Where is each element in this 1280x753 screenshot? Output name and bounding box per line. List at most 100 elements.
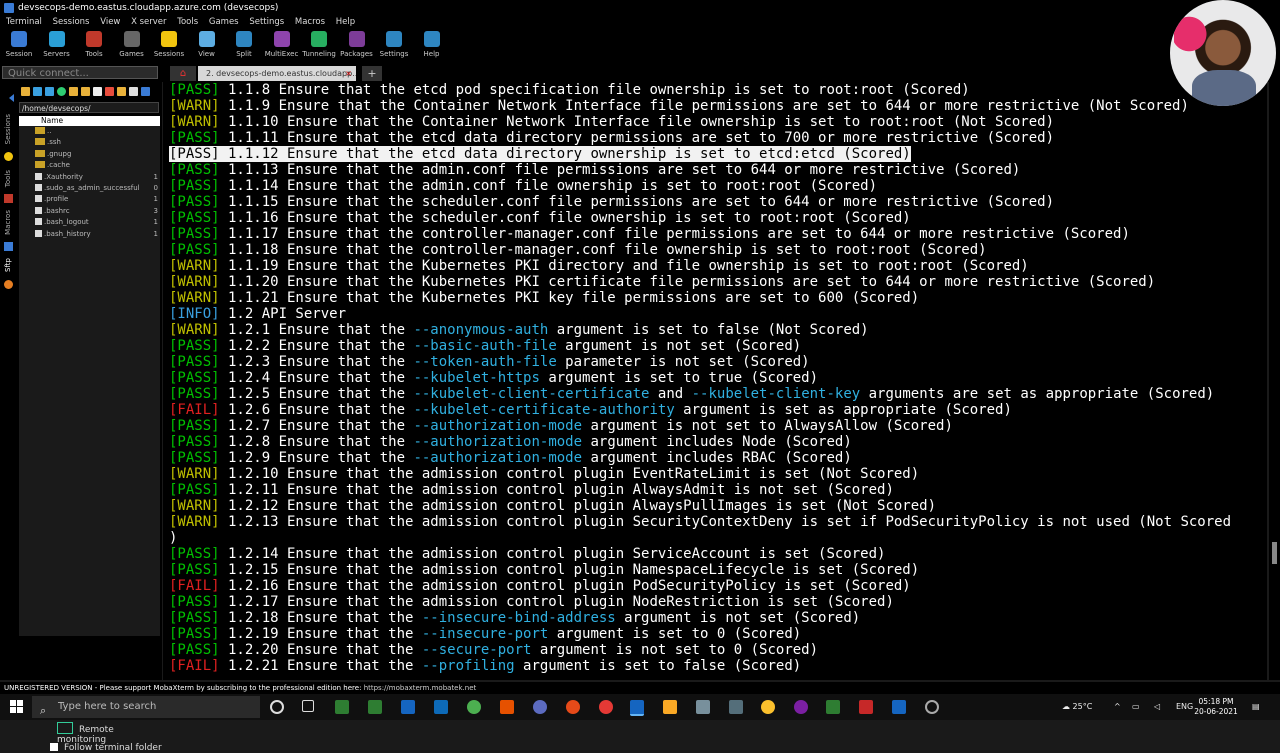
refresh-icon[interactable] <box>57 87 66 96</box>
file-list-item[interactable]: .bashrc 3 <box>19 206 160 217</box>
check-text: 1.1.12 Ensure that the etcd data directo… <box>219 146 911 162</box>
view-toolbar-button[interactable]: View <box>188 30 226 58</box>
folder-icon[interactable] <box>81 87 90 96</box>
tab-sessions-vertical[interactable]: Sessions <box>4 114 12 144</box>
collapse-arrow-icon[interactable] <box>4 94 14 102</box>
new-folder-icon[interactable] <box>69 87 78 96</box>
github-icon[interactable] <box>794 700 808 714</box>
app-icon-circle[interactable] <box>925 700 939 714</box>
home-tab[interactable]: ⌂ <box>170 66 196 81</box>
file-list-item[interactable]: .Xauthority 1 <box>19 172 160 183</box>
menu-sessions[interactable]: Sessions <box>51 17 92 27</box>
app-icon-grey[interactable] <box>696 700 710 714</box>
tab-macros-vertical[interactable]: Macros <box>4 210 12 235</box>
sessions-toolbar-button[interactable]: Sessions <box>150 30 188 58</box>
mobaxterm-taskbar-icon[interactable] <box>630 700 644 716</box>
packages-toolbar-button[interactable]: Packages <box>338 30 376 58</box>
checkbox[interactable] <box>50 743 58 751</box>
app-icon-red[interactable] <box>599 700 613 714</box>
scrollbar-thumb[interactable] <box>1272 542 1277 564</box>
file-list-item[interactable]: .bash_history 1 <box>19 229 160 240</box>
menu-settings[interactable]: Settings <box>247 17 286 27</box>
settings-toolbar-button[interactable]: Settings <box>375 30 413 58</box>
menu-macros[interactable]: Macros <box>293 17 327 27</box>
menu-tools[interactable]: Tools <box>175 17 200 27</box>
games-icon <box>123 31 140 47</box>
chat-app-icon[interactable] <box>467 700 481 714</box>
terminal-line: [PASS] 1.1.16 Ensure that the scheduler.… <box>163 210 1267 226</box>
tab-tools-vertical[interactable]: Tools <box>4 170 12 187</box>
terminal-scrollbar[interactable] <box>1269 82 1280 680</box>
check-text: 1.2.17 Ensure that the admission control… <box>219 594 894 610</box>
check-text: 1.1.17 Ensure that the controller-manage… <box>219 226 1130 242</box>
task-view-icon[interactable] <box>302 700 314 712</box>
help-toolbar-button[interactable]: Help <box>413 30 451 58</box>
name-column-header[interactable]: Name <box>19 116 160 126</box>
app-icon-green[interactable] <box>335 700 349 714</box>
network-icon[interactable]: ▭ <box>1132 694 1140 720</box>
weather-widget[interactable]: ☁ 25°C <box>1062 694 1092 720</box>
session-tab[interactable]: 2. devsecops-demo.eastus.cloudapp... × <box>198 66 356 81</box>
file-list-item[interactable]: .cache <box>19 160 160 171</box>
session-toolbar-button[interactable]: Session <box>0 30 38 58</box>
word-icon[interactable] <box>892 700 906 714</box>
windows-taskbar: ⌕ Type here to search ☁ 25°C ^ ▭ ◁ ENG 0… <box>0 694 1280 720</box>
app-icon-tool[interactable] <box>368 700 382 714</box>
servers-toolbar-button[interactable]: Servers <box>38 30 76 58</box>
terminal-line: [PASS] 1.2.18 Ensure that the --insecure… <box>163 610 1267 626</box>
app-icon-slate[interactable] <box>729 700 743 714</box>
menu-help[interactable]: Help <box>334 17 357 27</box>
postman-icon[interactable] <box>566 700 580 714</box>
cortana-icon[interactable] <box>270 700 284 714</box>
file-list-item[interactable]: .profile 1 <box>19 194 160 205</box>
close-tab-icon[interactable]: × <box>345 66 352 81</box>
games-toolbar-button[interactable]: Games <box>113 30 151 58</box>
parent-folder-icon[interactable] <box>21 87 30 96</box>
file-list-item[interactable]: .gnupg <box>19 149 160 160</box>
new-tab-button[interactable]: + <box>362 66 382 81</box>
terminal-line: [WARN] 1.2.10 Ensure that the admission … <box>163 466 1267 482</box>
delete-icon[interactable] <box>105 87 114 96</box>
multiexec-toolbar-button[interactable]: MultiExec <box>263 30 301 58</box>
terminal-output[interactable]: [PASS] 1.1.8 Ensure that the etcd pod sp… <box>163 82 1267 680</box>
folder-link-icon[interactable] <box>117 87 126 96</box>
upload-icon[interactable] <box>45 87 54 96</box>
menu-view[interactable]: View <box>98 17 122 27</box>
menu-x-server[interactable]: X server <box>129 17 168 27</box>
tools-toolbar-button[interactable]: Tools <box>75 30 113 58</box>
taskbar-clock[interactable]: 05:18 PM 20-06-2021 <box>1194 697 1238 717</box>
split-toolbar-button[interactable]: Split <box>225 30 263 58</box>
follow-terminal-folder-checkbox[interactable]: Follow terminal folder <box>50 743 162 753</box>
file-explorer-icon[interactable] <box>663 700 677 714</box>
file-list-item[interactable]: .bash_logout 1 <box>19 217 160 228</box>
notifications-icon[interactable]: ▤ <box>1252 694 1260 720</box>
new-file-icon[interactable] <box>93 87 102 96</box>
windows-start-button[interactable] <box>10 700 24 714</box>
excel-icon[interactable] <box>826 700 840 714</box>
vscode-icon[interactable] <box>401 700 415 714</box>
file-list-item[interactable]: .sudo_as_admin_successful 0 <box>19 183 160 194</box>
path-input[interactable]: /home/devsecops/ <box>19 102 159 113</box>
remote-monitoring-button[interactable]: Remote monitoring <box>57 722 162 745</box>
powerpoint-icon[interactable] <box>859 700 873 714</box>
sublime-icon[interactable] <box>500 700 514 714</box>
tray-chevron-icon[interactable]: ^ <box>1114 694 1121 720</box>
subscription-link[interactable]: https://mobaxterm.mobatek.net <box>364 684 477 692</box>
quick-connect-input[interactable]: Quick connect... <box>2 66 158 79</box>
settings-icon[interactable] <box>141 87 150 96</box>
menu-games[interactable]: Games <box>207 17 241 27</box>
volume-icon[interactable]: ◁ <box>1154 694 1160 720</box>
outlook-icon[interactable] <box>434 700 448 714</box>
tunneling-toolbar-button[interactable]: Tunneling <box>300 30 338 58</box>
download-icon[interactable] <box>33 87 42 96</box>
chrome-icon[interactable] <box>761 700 775 714</box>
menu-terminal[interactable]: Terminal <box>4 17 44 27</box>
app-icon-purple[interactable] <box>533 700 547 714</box>
taskbar-search-input[interactable]: ⌕ Type here to search <box>32 696 260 718</box>
language-indicator[interactable]: ENG <box>1176 694 1193 720</box>
tab-sftp-vertical[interactable]: Sftp <box>4 258 12 272</box>
rename-icon[interactable] <box>129 87 138 96</box>
file-list-item[interactable]: .. <box>19 126 160 137</box>
terminal-line: [PASS] 1.2.15 Ensure that the admission … <box>163 562 1267 578</box>
file-list-item[interactable]: .ssh <box>19 137 160 148</box>
